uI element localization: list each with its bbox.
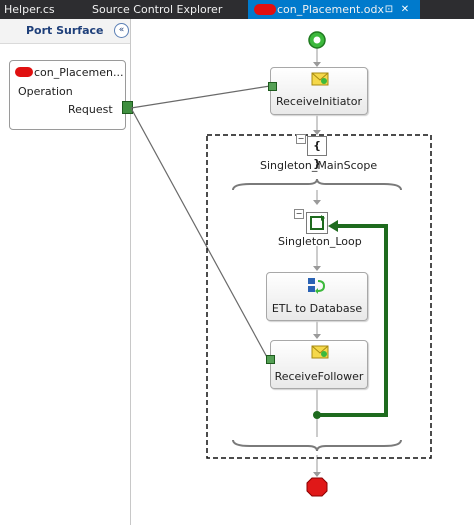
loop-icon — [310, 215, 325, 230]
etl-to-database-shape[interactable]: ETL to Database — [266, 272, 368, 321]
flow-arrow — [313, 200, 321, 205]
expression-icon: { } — [307, 136, 327, 170]
scope-brace-bottom — [232, 439, 402, 452]
flow-arrow — [313, 266, 321, 271]
loop-label[interactable]: Singleton_Loop — [278, 235, 362, 248]
orchestration-canvas — [130, 31, 432, 497]
receive-follower-label: ReceiveFollower — [274, 370, 364, 383]
loop-shape[interactable] — [306, 212, 328, 234]
collapse-scope-icon[interactable]: − — [296, 134, 306, 144]
port-link-initiator — [130, 85, 271, 109]
start-icon-inner — [313, 36, 321, 44]
receive-initiator-shape[interactable]: ReceiveInitiator — [270, 67, 368, 115]
flow-arrow — [313, 334, 321, 339]
main-scope-label[interactable]: Singleton_MainScope — [260, 159, 377, 172]
receive-follower-port[interactable] — [266, 355, 275, 364]
receive-icon — [311, 345, 329, 359]
receive-initiator-port[interactable] — [268, 82, 277, 91]
port-link-follower — [130, 107, 269, 360]
loop-back-arrow — [328, 220, 338, 232]
end-icon — [306, 477, 328, 497]
loop-join-dot — [313, 411, 321, 419]
receive-icon — [311, 72, 329, 86]
receive-initiator-label: ReceiveInitiator — [275, 95, 362, 108]
collapse-loop-icon[interactable]: − — [294, 209, 304, 219]
receive-follower-shape[interactable]: ReceiveFollower — [270, 340, 368, 389]
expression-icon — [308, 278, 326, 294]
scope-brace-top — [232, 178, 402, 191]
flow-arrow — [313, 472, 321, 477]
etl-to-database-label: ETL to Database — [271, 302, 363, 315]
